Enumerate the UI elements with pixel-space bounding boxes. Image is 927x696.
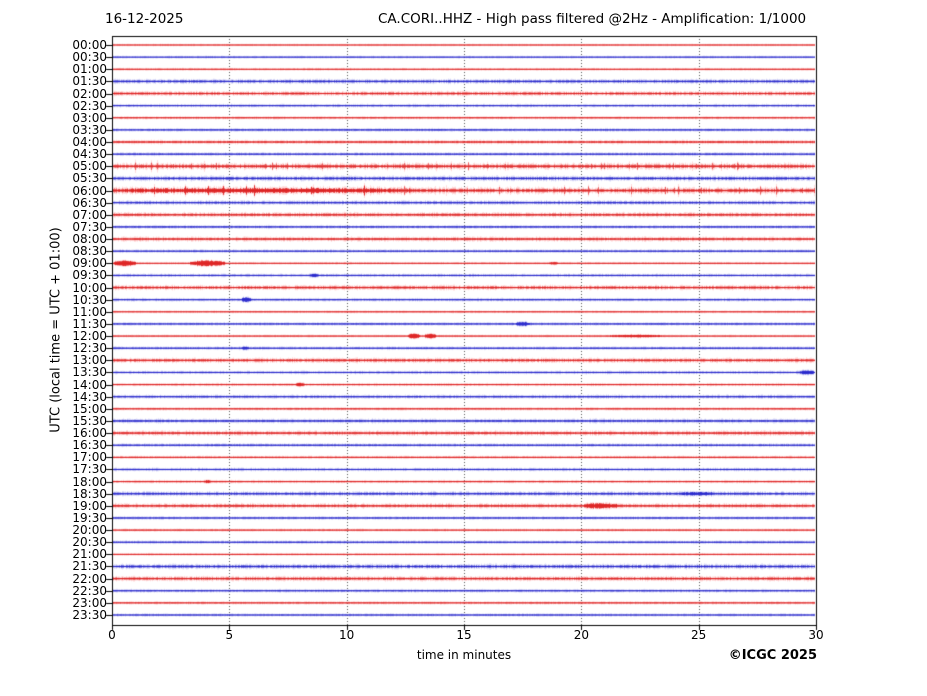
x-axis-label: 25	[691, 628, 707, 642]
y-axis-label: 10:00	[72, 280, 107, 295]
y-axis-label: 07:00	[72, 207, 107, 222]
x-axis-title: time in minutes	[416, 648, 512, 662]
y-axis-title: UTC (local time = UTC + 01:00)	[48, 227, 64, 433]
y-axis-label: 23:30	[72, 608, 107, 622]
y-axis-label: 14:30	[72, 389, 107, 404]
x-axis-label: 0	[108, 628, 116, 642]
y-axis-label: 18:30	[72, 486, 107, 501]
x-axis-label: 30	[808, 628, 824, 642]
y-axis-label: 21:30	[72, 559, 107, 574]
y-axis-label: 02:00	[72, 86, 107, 101]
y-axis-label: 06:30	[72, 195, 107, 210]
y-axis-label: 18:00	[72, 474, 107, 489]
x-axis-label: 20	[573, 628, 589, 642]
helicorder-page: { "header": { "date": "16-12-2025", "tit…	[0, 0, 927, 696]
y-axis-label: 09:30	[72, 268, 107, 283]
y-axis-label: 01:30	[72, 74, 107, 89]
y-axis-label: 05:30	[72, 171, 107, 186]
x-axis-label: 5	[225, 628, 234, 642]
y-axis-label: 06:00	[72, 183, 107, 198]
y-axis-label: 22:00	[72, 571, 107, 586]
y-axis-label: 03:00	[72, 110, 107, 125]
y-axis-label: 17:30	[72, 462, 107, 477]
y-axis-label: 10:30	[72, 292, 107, 307]
y-axis-label: 11:00	[72, 304, 107, 319]
y-axis-label: 13:30	[72, 365, 107, 380]
x-axis-label: 15	[456, 628, 472, 642]
x-axis-label: 10	[339, 628, 355, 642]
y-axis-label: 02:30	[72, 98, 107, 113]
y-axis-label: 14:00	[72, 377, 107, 392]
y-axis-label: 22:30	[72, 583, 107, 598]
helicorder-plot-canvas	[0, 0, 927, 696]
copyright-label: ©ICGC 2025	[728, 648, 817, 663]
